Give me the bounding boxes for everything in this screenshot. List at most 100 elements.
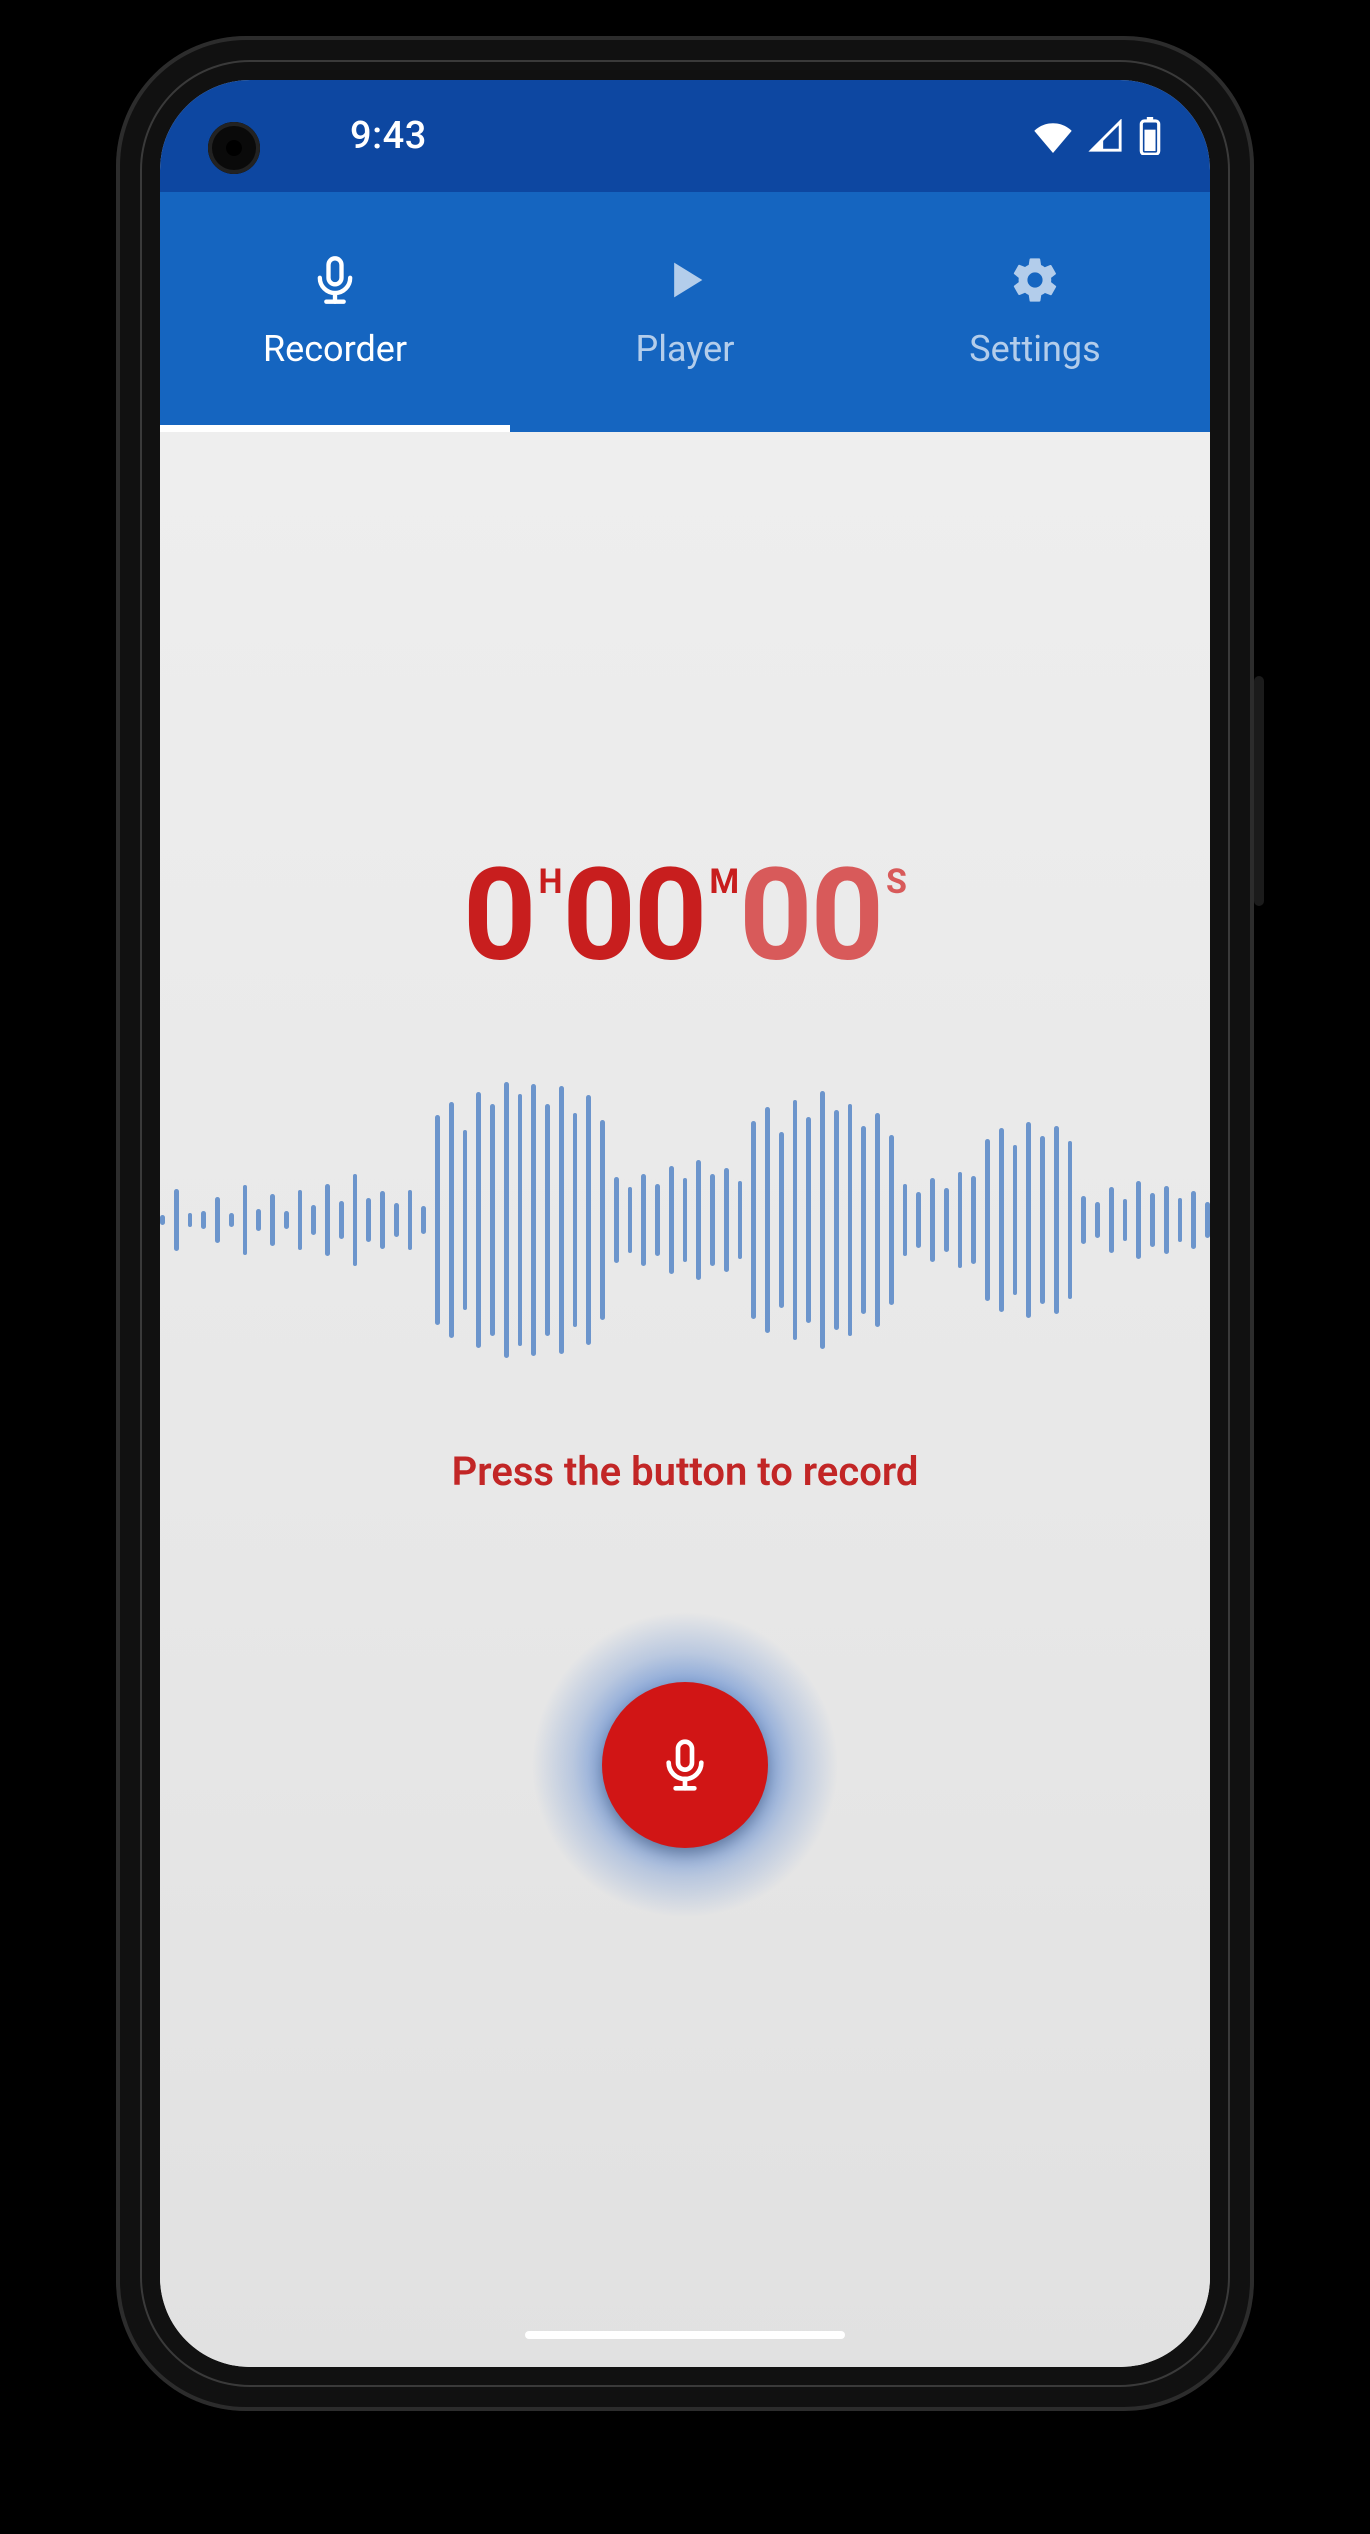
microphone-icon [309, 254, 361, 306]
waveform-bar [1081, 1196, 1086, 1244]
tab-bar: Recorder Player Settings [160, 192, 1210, 432]
waveform-bar [958, 1172, 963, 1268]
waveform-bar [724, 1168, 729, 1272]
waveform-bar [353, 1174, 358, 1266]
waveform-bar [1095, 1202, 1100, 1238]
waveform-bar [311, 1205, 316, 1235]
waveform-bar [861, 1126, 866, 1314]
waveform-bar [710, 1174, 715, 1266]
waveform-bar [174, 1189, 179, 1251]
waveform-bar [518, 1094, 523, 1346]
waveform-bar [971, 1176, 976, 1264]
waveform-bar [779, 1132, 784, 1308]
waveform-bar [1054, 1126, 1059, 1314]
waveform-visual [160, 1070, 1210, 1370]
waveform-bar [765, 1107, 770, 1333]
timer-hours: 0 [463, 852, 534, 980]
waveform-bar [380, 1191, 385, 1249]
waveform-bar [325, 1184, 330, 1256]
waveform-bar [683, 1178, 688, 1262]
waveform-bar [1178, 1198, 1183, 1242]
waveform-bar [903, 1184, 908, 1256]
waveform-bar [1164, 1186, 1169, 1254]
waveform-bar [930, 1178, 935, 1262]
waveform-bar [669, 1166, 674, 1274]
waveform-bar [820, 1091, 825, 1349]
waveform-bar [806, 1117, 811, 1323]
wifi-icon [1032, 119, 1074, 153]
tab-label: Player [636, 328, 735, 370]
waveform-bar [875, 1113, 880, 1327]
record-hint: Press the button to record [452, 1448, 919, 1495]
gear-icon [1009, 254, 1061, 306]
tab-recorder[interactable]: Recorder [160, 192, 510, 432]
status-bar: 9:43 [160, 80, 1210, 192]
waveform-bar [751, 1121, 756, 1319]
unit-s: S [886, 862, 905, 902]
waveform-bar [504, 1082, 509, 1358]
waveform-bar [531, 1084, 536, 1356]
waveform-bar [243, 1185, 248, 1255]
waveform-bar [793, 1100, 798, 1340]
waveform-bar [476, 1092, 481, 1348]
battery-icon [1138, 117, 1162, 155]
play-icon [659, 254, 711, 306]
waveform-bar [339, 1201, 344, 1239]
unit-m: M [709, 862, 737, 902]
main-area: 0 H 00 M 00 S Press the button to record [160, 432, 1210, 2367]
tab-settings[interactable]: Settings [860, 192, 1210, 432]
waveform-bar [985, 1139, 990, 1301]
waveform-bar [1013, 1145, 1018, 1295]
waveform-bar [1136, 1181, 1141, 1259]
phone-frame: 9:43 [116, 36, 1254, 2411]
waveform-bar [284, 1211, 289, 1229]
waveform-bar [1150, 1193, 1155, 1247]
record-button-glow [505, 1585, 865, 1945]
microphone-icon [657, 1737, 713, 1793]
recording-timer: 0 H 00 M 00 S [463, 852, 907, 980]
waveform-bar [394, 1203, 399, 1237]
waveform-bar [655, 1184, 660, 1256]
waveform-bar [1109, 1187, 1114, 1253]
waveform-bar [449, 1102, 454, 1338]
waveform-bar [834, 1110, 839, 1330]
camera-hole [208, 122, 260, 174]
unit-h: H [538, 862, 560, 902]
waveform-bar [229, 1213, 234, 1227]
waveform-bar [696, 1160, 701, 1280]
status-time: 9:43 [350, 114, 427, 158]
waveform-bar [435, 1115, 440, 1325]
waveform-bar [641, 1174, 646, 1266]
waveform-bar [848, 1104, 853, 1336]
waveform-bar [298, 1190, 303, 1250]
waveform-bar [559, 1086, 564, 1354]
waveform-bar [270, 1194, 275, 1246]
tab-player[interactable]: Player [510, 192, 860, 432]
screen: 9:43 [160, 80, 1210, 2367]
waveform-bar [1068, 1141, 1073, 1299]
waveform-bar [1040, 1136, 1045, 1304]
record-button[interactable] [602, 1682, 768, 1848]
waveform-bar [573, 1113, 578, 1327]
timer-seconds: 00 [739, 852, 882, 980]
waveform-bar [545, 1104, 550, 1336]
timer-minutes: 00 [562, 852, 705, 980]
waveform-bar [944, 1188, 949, 1252]
waveform-bar [215, 1197, 220, 1243]
home-indicator[interactable] [525, 2331, 845, 2339]
waveform-bar [889, 1135, 894, 1305]
waveform-bar [1026, 1122, 1031, 1318]
waveform-bar [916, 1192, 921, 1248]
waveform-bar [160, 1215, 165, 1225]
waveform-bar [408, 1190, 413, 1250]
waveform-bar [256, 1209, 261, 1231]
phone-side-button [1254, 676, 1264, 906]
tab-label: Settings [969, 328, 1100, 370]
waveform-bar [366, 1198, 371, 1242]
waveform-bar [1123, 1199, 1128, 1241]
status-icons [1032, 117, 1162, 155]
waveform-bar [421, 1206, 426, 1234]
waveform-bar [201, 1211, 206, 1229]
waveform-bar [490, 1104, 495, 1336]
waveform-bar [1205, 1202, 1210, 1238]
